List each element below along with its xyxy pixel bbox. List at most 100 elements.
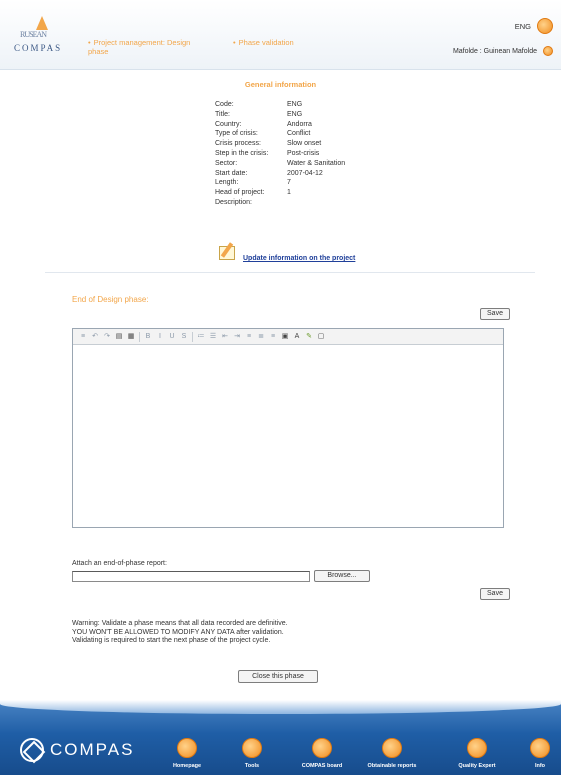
align-left-icon[interactable]: ≡ [245, 333, 253, 341]
bullet-icon: • [88, 38, 91, 47]
strike-icon[interactable]: S [180, 333, 188, 341]
update-project-link[interactable]: Update information on the project [217, 242, 355, 262]
warning-line: YOU WON'T BE ALLOWED TO MODIFY ANY DATA … [72, 628, 284, 636]
compass-rose-icon [20, 738, 44, 762]
warning-line: Warning: Validate a phase means that all… [72, 620, 288, 627]
info-key: Crisis process: [215, 140, 261, 148]
align-right-icon[interactable]: ≡ [269, 333, 277, 341]
highlight-icon[interactable]: ✎ [305, 333, 313, 341]
logo-word: COMPAS [14, 43, 63, 53]
general-info-table: Code: ENG Title: ENG Country: Andorra Type of … [215, 100, 345, 208]
info-key: Step in the crisis: [215, 149, 269, 157]
rich-text-editor[interactable]: ≡ ↶ ↷ ▤ ▦ B I U S ≔ ☰ ⇤ ⇥ ≡ ≣ ≡ ▣ A ✎ ▢ [72, 328, 504, 528]
divider [45, 272, 535, 273]
info-key: Head of project: [215, 189, 265, 197]
update-link-text[interactable]: Update information on the project [243, 255, 355, 262]
info-key: Sector: [215, 159, 238, 167]
quality-icon [467, 738, 487, 758]
paste-icon[interactable]: ▤ [115, 333, 123, 341]
close-phase-button[interactable]: Close this phase [238, 670, 318, 683]
footer-nav-tools[interactable]: Tools [227, 738, 277, 770]
info-value: 1 [287, 189, 291, 197]
info-key: Start date: [215, 169, 248, 177]
info-value: Conflict [287, 130, 311, 138]
reports-icon [382, 738, 402, 758]
save-button-bottom[interactable]: Save [480, 588, 510, 600]
attach-report-label: Attach an end-of-phase report: [72, 560, 167, 567]
info-value: Andorra [287, 120, 312, 128]
info-value: Water & Sanitation [287, 159, 346, 167]
redo-icon[interactable]: ↷ [103, 333, 111, 341]
language-label: ENG [514, 21, 531, 31]
logo-top-text: RUSEAN [20, 30, 47, 39]
image-icon[interactable]: ▢ [317, 333, 325, 341]
italic-icon[interactable]: I [156, 333, 164, 341]
home-icon [177, 738, 197, 758]
info-row: Step in the crisis: Post-crisis [215, 149, 345, 159]
info-icon [530, 738, 550, 758]
user-name: Mafolde : Guinean Mafolde [452, 47, 537, 55]
info-key: Title: [215, 110, 230, 118]
footer-logo-word: COMPAS [50, 740, 135, 759]
unordered-list-icon[interactable]: ☰ [209, 333, 217, 341]
editor-toolbar: ≡ ↶ ↷ ▤ ▦ B I U S ≔ ☰ ⇤ ⇥ ≡ ≣ ≡ ▣ A ✎ ▢ [73, 329, 503, 345]
info-value: Slow onset [287, 140, 322, 148]
info-key: Length: [215, 179, 239, 187]
table-icon[interactable]: ▣ [281, 333, 289, 341]
compass-needle-icon [36, 16, 48, 30]
info-row: Start date: 2007-04-12 [215, 169, 345, 179]
report-file-field[interactable] [72, 571, 310, 582]
browse-button[interactable]: Browse... [314, 570, 370, 582]
align-center-icon[interactable]: ≣ [257, 333, 265, 341]
header: RUSEAN COMPAS • Project management: Desig… [0, 0, 561, 70]
underline-icon[interactable]: U [168, 333, 176, 341]
info-value: ENG [287, 101, 303, 108]
footer-nav-reports[interactable]: Obtainable reports [367, 738, 417, 770]
tools-icon [242, 738, 262, 758]
info-key: Code: [215, 101, 234, 108]
info-row: Type of crisis: Conflict [215, 129, 345, 139]
undo-icon[interactable]: ↶ [91, 333, 99, 341]
paste-word-icon[interactable]: ▦ [127, 333, 135, 341]
info-row: Head of project: 1 [215, 188, 345, 198]
general-info-title: General information [244, 80, 317, 89]
save-button-top[interactable]: Save [480, 308, 510, 320]
language-button-icon[interactable] [537, 18, 553, 34]
breadcrumb-phase-validation[interactable]: • Phase validation [233, 38, 303, 47]
font-color-icon[interactable]: A [293, 333, 301, 341]
footer-nav-info[interactable]: Info [520, 738, 560, 770]
info-row: Length: 7 [215, 178, 345, 188]
info-key: Type of crisis: [215, 130, 258, 138]
footer: COMPAS Homepage Tools COMPAS board Obtai… [0, 700, 561, 775]
logout-icon[interactable] [543, 46, 553, 56]
info-row: Description: [215, 198, 345, 208]
info-row: Crisis process: Slow onset [215, 139, 345, 149]
info-value: Post-crisis [287, 149, 320, 157]
bold-icon[interactable]: B [144, 333, 152, 341]
end-of-phase-title: End of Design phase: [72, 295, 149, 304]
board-icon [312, 738, 332, 758]
info-value: 7 [287, 179, 291, 187]
info-key: Description: [215, 198, 252, 206]
bullet-icon: • [233, 38, 236, 47]
info-row: Title: ENG [215, 110, 345, 120]
footer-nav-quality-expert[interactable]: Quality Expert [452, 738, 502, 770]
indent-icon[interactable]: ⇥ [233, 333, 241, 341]
footer-nav-homepage[interactable]: Homepage [162, 738, 212, 770]
source-icon[interactable]: ≡ [79, 333, 87, 341]
compas-logo[interactable]: RUSEAN COMPAS [14, 16, 64, 56]
edit-note-icon [217, 242, 239, 262]
info-row: Code: ENG [215, 100, 345, 110]
breadcrumb-design-phase[interactable]: • Project management: Design phase [88, 38, 198, 56]
header-right: ENG Mafolde : Guinean Mafolde [453, 18, 553, 56]
footer-nav-board[interactable]: COMPAS board [297, 738, 347, 770]
ordered-list-icon[interactable]: ≔ [197, 333, 205, 341]
outdent-icon[interactable]: ⇤ [221, 333, 229, 341]
info-row: Country: Andorra [215, 120, 345, 130]
warning-line: Validating is required to start the next… [72, 637, 271, 644]
footer-logo[interactable]: COMPAS [20, 738, 134, 762]
validation-warning: Warning: Validate a phase means that all… [72, 620, 452, 646]
info-value: 2007-04-12 [287, 169, 323, 177]
info-value [287, 198, 345, 208]
info-row: Sector: Water & Sanitation [215, 159, 345, 169]
